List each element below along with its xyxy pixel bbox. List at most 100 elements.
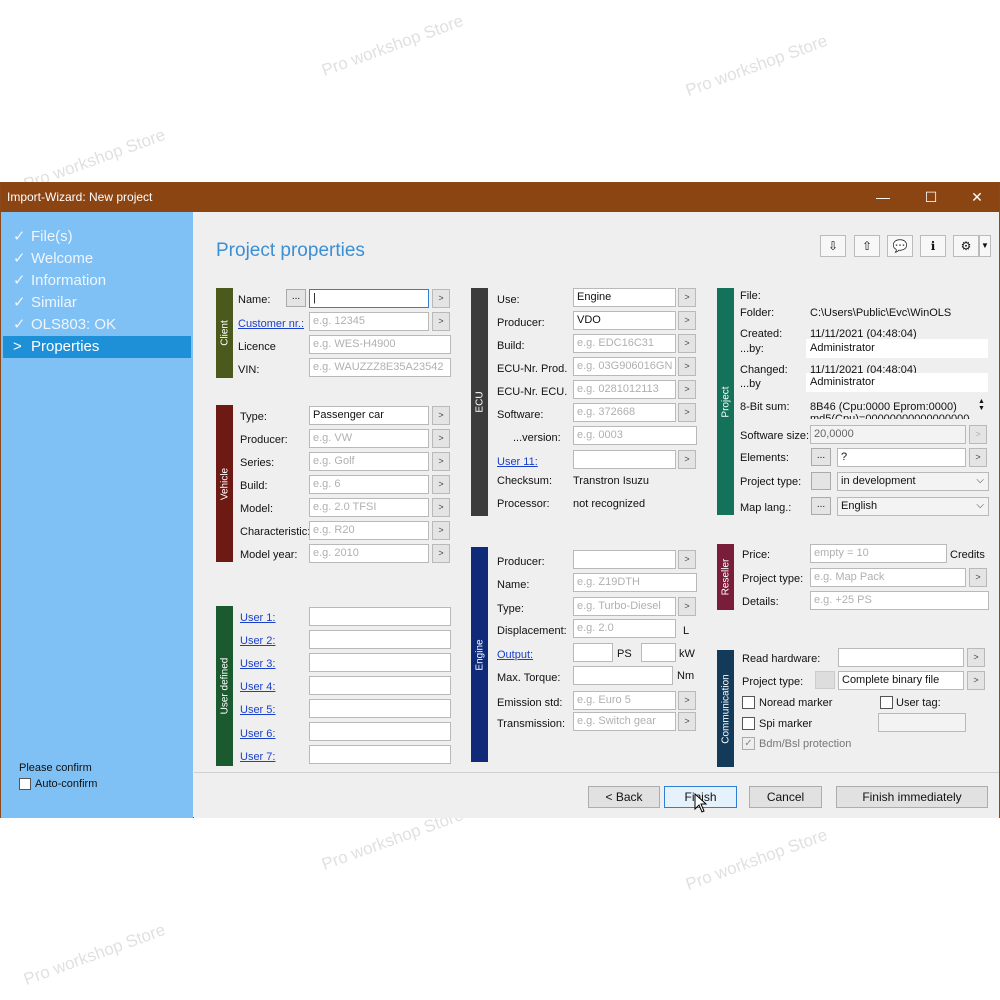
user-3-input[interactable] bbox=[309, 653, 451, 672]
close-icon[interactable]: ✕ bbox=[957, 185, 997, 209]
output-ps-input[interactable] bbox=[573, 643, 613, 662]
user-11-link[interactable]: User 11: bbox=[497, 456, 538, 468]
export-icon[interactable]: ⇧ bbox=[854, 235, 880, 257]
use-arrow[interactable]: > bbox=[678, 288, 696, 307]
vehicle-type-input[interactable]: Passenger car bbox=[309, 406, 429, 425]
customer-nr-input[interactable]: e.g. 12345 bbox=[309, 312, 429, 331]
comm-project-type-arrow[interactable]: > bbox=[967, 671, 985, 690]
emission-arrow[interactable]: > bbox=[678, 691, 696, 710]
price-input[interactable]: empty = 10 bbox=[810, 544, 947, 563]
reseller-project-type-input[interactable]: e.g. Map Pack bbox=[810, 568, 966, 587]
output-link[interactable]: Output: bbox=[497, 649, 533, 661]
read-hardware-arrow[interactable]: > bbox=[967, 648, 985, 667]
user-11-arrow[interactable]: > bbox=[678, 450, 696, 469]
settings-dropdown-icon[interactable]: ▼ bbox=[979, 235, 991, 257]
finish-immediately-button[interactable]: Finish immediately bbox=[836, 786, 988, 808]
name-dots-button[interactable]: ... bbox=[286, 289, 306, 307]
user-1-link[interactable]: User 1: bbox=[240, 612, 275, 624]
use-input[interactable]: Engine bbox=[573, 288, 676, 307]
map-lang-dots-button[interactable]: ... bbox=[811, 497, 831, 515]
comm-project-type-input[interactable]: Complete binary file bbox=[838, 671, 964, 690]
elements-dots-button[interactable]: ... bbox=[811, 448, 831, 466]
series-input[interactable]: e.g. Golf bbox=[309, 452, 429, 471]
step-welcome[interactable]: ✓ Welcome bbox=[3, 248, 191, 270]
user-5-input[interactable] bbox=[309, 699, 451, 718]
cancel-button[interactable]: Cancel bbox=[749, 786, 822, 808]
characteristic-arrow[interactable]: > bbox=[432, 521, 450, 540]
model-year-input[interactable]: e.g. 2010 bbox=[309, 544, 429, 563]
elements-arrow[interactable]: > bbox=[969, 448, 987, 467]
name-arrow-button[interactable]: > bbox=[432, 289, 450, 308]
user-4-link[interactable]: User 4: bbox=[240, 681, 275, 693]
details-input[interactable]: e.g. +25 PS bbox=[810, 591, 989, 610]
maximize-icon[interactable]: ☐ bbox=[911, 185, 951, 209]
ecu-producer-input[interactable]: VDO bbox=[573, 311, 676, 330]
user-tag-checkbox[interactable] bbox=[880, 696, 893, 709]
ecu-build-input[interactable]: e.g. EDC16C31 bbox=[573, 334, 676, 353]
ecu-ecu-input[interactable]: e.g. 0281012113 bbox=[573, 380, 676, 399]
vehicle-type-arrow[interactable]: > bbox=[432, 406, 450, 425]
scroll-icon[interactable]: ▲ ▼ bbox=[978, 398, 985, 412]
transmission-arrow[interactable]: > bbox=[678, 712, 696, 731]
customer-arrow-button[interactable]: > bbox=[432, 312, 450, 331]
read-hardware-input[interactable] bbox=[838, 648, 964, 667]
vehicle-build-arrow[interactable]: > bbox=[432, 475, 450, 494]
model-arrow[interactable]: > bbox=[432, 498, 450, 517]
user-3-link[interactable]: User 3: bbox=[240, 658, 275, 670]
vehicle-build-input[interactable]: e.g. 6 bbox=[309, 475, 429, 494]
user-7-link[interactable]: User 7: bbox=[240, 751, 275, 763]
ecu-prod-input[interactable]: e.g. 03G906016GN bbox=[573, 357, 676, 376]
step-similar[interactable]: ✓ Similar bbox=[3, 292, 191, 314]
licence-input[interactable]: e.g. WES-H4900 bbox=[309, 335, 451, 354]
map-lang-select[interactable]: English ⌵ bbox=[837, 497, 989, 516]
project-type-select[interactable]: in development ⌵ bbox=[837, 472, 989, 491]
spi-marker-checkbox[interactable] bbox=[742, 717, 755, 730]
step-properties[interactable]: > Properties bbox=[3, 336, 191, 358]
step-files[interactable]: ✓ File(s) bbox=[3, 226, 191, 248]
model-year-arrow[interactable]: > bbox=[432, 544, 450, 563]
step-ols803[interactable]: ✓ OLS803: OK bbox=[3, 314, 191, 336]
noread-marker-checkbox[interactable] bbox=[742, 696, 755, 709]
user-2-link[interactable]: User 2: bbox=[240, 635, 275, 647]
engine-name-input[interactable]: e.g. Z19DTH bbox=[573, 573, 697, 592]
vehicle-producer-arrow[interactable]: > bbox=[432, 429, 450, 448]
comment-icon[interactable]: 💬 bbox=[887, 235, 913, 257]
ecu-prod-arrow[interactable]: > bbox=[678, 357, 696, 376]
info-icon[interactable]: ℹ bbox=[920, 235, 946, 257]
step-information[interactable]: ✓ Information bbox=[3, 270, 191, 292]
series-arrow[interactable]: > bbox=[432, 452, 450, 471]
emission-input[interactable]: e.g. Euro 5 bbox=[573, 691, 676, 710]
user-1-input[interactable] bbox=[309, 607, 451, 626]
user-11-input[interactable] bbox=[573, 450, 676, 469]
displacement-input[interactable]: e.g. 2.0 bbox=[573, 619, 676, 638]
software-arrow[interactable]: > bbox=[678, 403, 696, 422]
engine-type-input[interactable]: e.g. Turbo-Diesel bbox=[573, 597, 676, 616]
max-torque-input[interactable] bbox=[573, 666, 673, 685]
characteristic-input[interactable]: e.g. R20 bbox=[309, 521, 429, 540]
minimize-icon[interactable]: — bbox=[863, 185, 903, 209]
ecu-build-arrow[interactable]: > bbox=[678, 334, 696, 353]
import-icon[interactable]: ⇩ bbox=[820, 235, 846, 257]
user-5-link[interactable]: User 5: bbox=[240, 704, 275, 716]
engine-producer-input[interactable] bbox=[573, 550, 676, 569]
ecu-ecu-arrow[interactable]: > bbox=[678, 380, 696, 399]
engine-producer-arrow[interactable]: > bbox=[678, 550, 696, 569]
vehicle-producer-input[interactable]: e.g. VW bbox=[309, 429, 429, 448]
elements-input[interactable]: ? bbox=[837, 448, 966, 467]
output-kw-input[interactable] bbox=[641, 643, 676, 662]
user-7-input[interactable] bbox=[309, 745, 451, 764]
back-button[interactable]: < Back bbox=[588, 786, 660, 808]
project-type-dots-button[interactable] bbox=[811, 472, 831, 490]
customer-nr-link[interactable]: Customer nr.: bbox=[238, 318, 304, 330]
user-6-input[interactable] bbox=[309, 722, 451, 741]
user-2-input[interactable] bbox=[309, 630, 451, 649]
software-input[interactable]: e.g. 372668 bbox=[573, 403, 676, 422]
reseller-project-type-arrow[interactable]: > bbox=[969, 568, 987, 587]
auto-confirm-checkbox[interactable] bbox=[19, 778, 31, 790]
transmission-input[interactable]: e.g. Switch gear bbox=[573, 712, 676, 731]
user-4-input[interactable] bbox=[309, 676, 451, 695]
engine-type-arrow[interactable]: > bbox=[678, 597, 696, 616]
version-input[interactable]: e.g. 0003 bbox=[573, 426, 697, 445]
ecu-producer-arrow[interactable]: > bbox=[678, 311, 696, 330]
settings-icon[interactable]: ⚙ bbox=[953, 235, 979, 257]
